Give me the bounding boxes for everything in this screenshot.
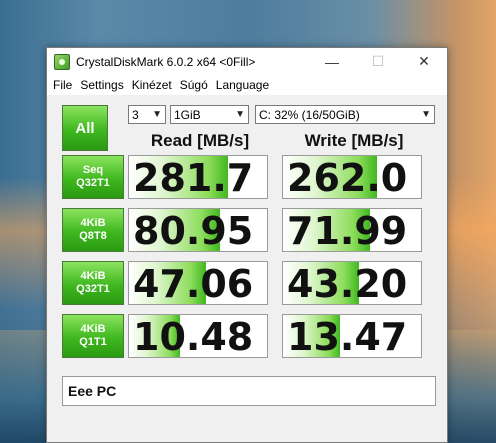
drive-value: C: 32% (16/50GiB)	[259, 107, 360, 122]
write-value: 262.0	[287, 156, 408, 199]
row-label-line1: 4KiB	[80, 217, 106, 229]
row-label-line2: Q32T1	[76, 283, 110, 295]
seq-q32t1-button[interactable]: Seq Q32T1	[62, 155, 124, 199]
write-result-4kib-q1t1: 13.47	[282, 314, 422, 358]
test-count-value: 3	[132, 107, 139, 122]
read-result-seq-q32t1: 281.7	[128, 155, 268, 199]
menu-kinezet[interactable]: Kinézet	[128, 78, 176, 92]
write-value: 43.20	[287, 262, 408, 305]
read-value: 10.48	[133, 315, 254, 358]
minimize-icon[interactable]: —	[309, 48, 355, 75]
read-value: 281.7	[133, 156, 254, 199]
read-result-4kib-q8t8: 80.95	[128, 208, 268, 252]
chevron-down-icon: ▼	[235, 109, 245, 120]
read-header: Read [MB/s]	[150, 131, 250, 150]
write-result-seq-q32t1: 262.0	[282, 155, 422, 199]
4kib-q8t8-button[interactable]: 4KiB Q8T8	[62, 208, 124, 252]
chevron-down-icon: ▼	[421, 109, 431, 120]
menu-settings[interactable]: Settings	[76, 78, 127, 92]
row-label-line2: Q32T1	[76, 177, 110, 189]
window-controls: — ☐ ✕	[309, 48, 447, 75]
write-header: Write [MB/s]	[304, 131, 404, 150]
read-value: 80.95	[133, 209, 254, 252]
close-icon[interactable]: ✕	[401, 48, 447, 75]
row-label-line1: Seq	[82, 164, 104, 176]
write-value: 13.47	[287, 315, 408, 358]
row-label-line1: 4KiB	[80, 323, 106, 335]
write-result-4kib-q8t8: 71.99	[282, 208, 422, 252]
comment-field[interactable]: Eee PC	[62, 376, 436, 406]
4kib-q1t1-button[interactable]: 4KiB Q1T1	[62, 314, 124, 358]
write-value: 71.99	[287, 209, 408, 252]
menu-sugo[interactable]: Súgó	[176, 78, 212, 92]
test-size-value: 1GiB	[174, 107, 201, 122]
menu-language[interactable]: Language	[212, 78, 273, 92]
row-label-line2: Q8T8	[79, 230, 107, 242]
read-result-4kib-q32t1: 47.06	[128, 261, 268, 305]
row-label-line1: 4KiB	[80, 270, 106, 282]
test-count-select[interactable]: 3 ▼	[128, 105, 166, 124]
maximize-icon[interactable]: ☐	[355, 48, 401, 75]
menu-bar: File Settings Kinézet Súgó Language	[47, 75, 447, 95]
row-label-line2: Q1T1	[79, 336, 107, 348]
window-title: CrystalDiskMark 6.0.2 x64 <0Fill>	[76, 54, 256, 69]
crystaldiskmark-window: CrystalDiskMark 6.0.2 x64 <0Fill> — ☐ ✕ …	[46, 47, 448, 443]
menu-file[interactable]: File	[49, 78, 76, 92]
4kib-q32t1-button[interactable]: 4KiB Q32T1	[62, 261, 124, 305]
title-bar[interactable]: CrystalDiskMark 6.0.2 x64 <0Fill> — ☐ ✕	[47, 48, 447, 75]
test-size-select[interactable]: 1GiB ▼	[170, 105, 249, 124]
write-result-4kib-q32t1: 43.20	[282, 261, 422, 305]
chevron-down-icon: ▼	[152, 109, 162, 120]
read-value: 47.06	[133, 262, 254, 305]
app-icon	[54, 53, 70, 70]
drive-select[interactable]: C: 32% (16/50GiB) ▼	[255, 105, 435, 124]
read-result-4kib-q1t1: 10.48	[128, 314, 268, 358]
all-button[interactable]: All	[62, 105, 108, 151]
